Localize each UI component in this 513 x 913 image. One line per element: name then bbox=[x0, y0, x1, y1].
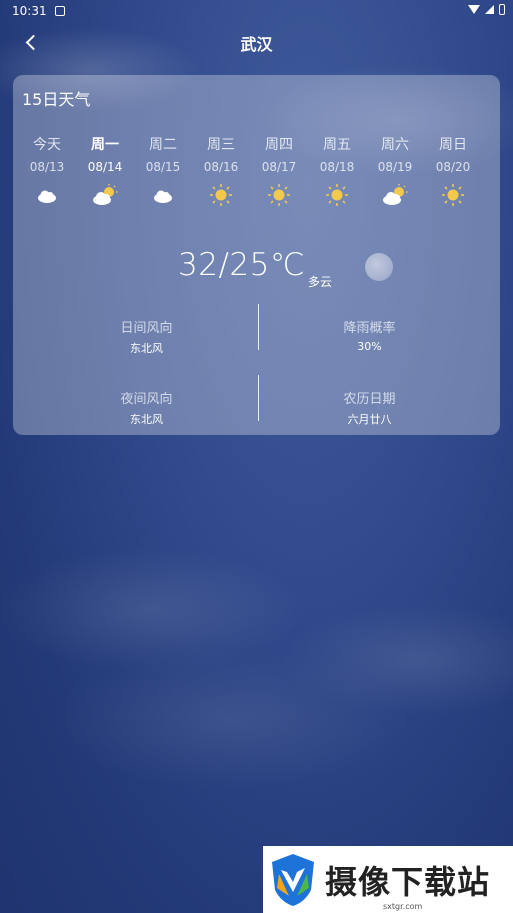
day-date: 08/13 bbox=[29, 160, 65, 174]
day-item[interactable]: 周日 08/20 bbox=[424, 135, 482, 207]
battery-icon bbox=[499, 4, 505, 15]
sun-icon bbox=[207, 183, 235, 207]
page-title: 武汉 bbox=[240, 35, 273, 54]
day-item[interactable]: 周五 08/18 bbox=[308, 135, 366, 207]
day-list: 今天 08/13 周一 08/14 周二 08/15 周三 08/16 周四 0… bbox=[13, 135, 500, 219]
day-item[interactable]: 周三 08/16 bbox=[192, 135, 250, 207]
day-item[interactable]: 今天 08/13 bbox=[18, 135, 76, 207]
day-date: 08/16 bbox=[203, 160, 239, 174]
day-weekday: 周二 bbox=[149, 137, 177, 153]
partly-sunny-icon bbox=[91, 183, 119, 207]
day-weekday: 周六 bbox=[381, 137, 409, 153]
lunar-date-info: 农历日期 六月廿八 bbox=[248, 388, 491, 427]
day-weekday: 今天 bbox=[33, 137, 61, 153]
status-icons bbox=[468, 4, 505, 15]
day-item[interactable]: 周四 08/17 bbox=[250, 135, 308, 207]
notification-icon bbox=[54, 6, 65, 16]
night-wind-info: 夜间风向 东北风 bbox=[25, 388, 268, 427]
cloud-icon bbox=[33, 183, 61, 207]
wifi-icon bbox=[468, 5, 480, 14]
temperature-range: 32/25℃ bbox=[178, 247, 306, 283]
lunar-label: 农历日期 bbox=[343, 392, 396, 407]
partly-sunny-icon bbox=[381, 183, 409, 207]
day-item[interactable]: 周一 08/14 bbox=[76, 135, 134, 207]
cloud-icon bbox=[149, 183, 177, 207]
moon-icon bbox=[365, 253, 393, 281]
night-wind-label: 夜间风向 bbox=[120, 392, 173, 407]
day-date: 08/14 bbox=[87, 160, 123, 174]
day-date: 08/17 bbox=[261, 160, 297, 174]
day-item[interactable]: 周二 08/15 bbox=[134, 135, 192, 207]
day-date: 08/15 bbox=[145, 160, 181, 174]
day-item[interactable]: 周六 08/19 bbox=[366, 135, 424, 207]
day-weekday: 周日 bbox=[439, 137, 467, 153]
day-date: 08/18 bbox=[319, 160, 355, 174]
rain-probability-info: 降雨概率 30% bbox=[248, 317, 491, 353]
sun-icon bbox=[439, 183, 467, 207]
status-time: 10:31 bbox=[12, 4, 47, 18]
brand-logo-icon bbox=[269, 852, 317, 908]
night-wind-value: 东北风 bbox=[130, 413, 163, 426]
lunar-value: 六月廿八 bbox=[347, 413, 392, 426]
nav-bar: 武汉 bbox=[0, 24, 513, 60]
sun-icon bbox=[265, 183, 293, 207]
watermark: 摄像下载站 sxtgr.com bbox=[263, 846, 513, 913]
day-wind-info: 日间风向 东北风 bbox=[25, 317, 268, 356]
rain-prob-label: 降雨概率 bbox=[343, 321, 396, 336]
day-wind-value: 东北风 bbox=[130, 342, 163, 355]
day-weekday: 周三 bbox=[207, 137, 235, 153]
weather-condition: 多云 bbox=[308, 275, 333, 289]
rain-prob-value: 30% bbox=[357, 340, 382, 353]
day-date: 08/19 bbox=[377, 160, 413, 174]
sun-icon bbox=[323, 183, 351, 207]
day-weekday: 周五 bbox=[323, 137, 351, 153]
forecast-title: 15日天气 bbox=[22, 90, 91, 109]
signal-icon bbox=[485, 5, 494, 14]
day-wind-label: 日间风向 bbox=[120, 321, 173, 336]
day-weekday: 周四 bbox=[265, 137, 293, 153]
brand-name: 摄像下载站 bbox=[325, 862, 491, 901]
brand-url: sxtgr.com bbox=[383, 902, 423, 911]
day-date: 08/20 bbox=[435, 160, 471, 174]
status-bar: 10:31 bbox=[0, 0, 513, 22]
day-weekday: 周一 bbox=[91, 137, 119, 153]
forecast-card: 15日天气 今天 08/13 周一 08/14 周二 08/15 周三 08/1… bbox=[13, 75, 500, 435]
